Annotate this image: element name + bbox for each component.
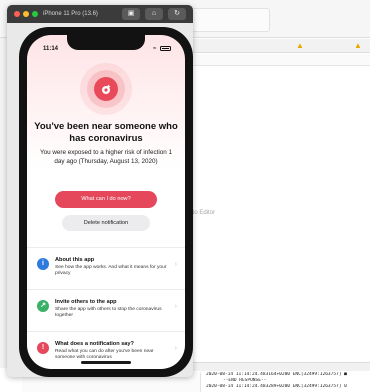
close-window-icon[interactable]: [14, 11, 20, 17]
phone-notch: [67, 35, 145, 50]
warning-icon[interactable]: ▲: [354, 40, 362, 52]
warning-icon[interactable]: ▲: [296, 40, 304, 52]
battery-icon: [160, 46, 171, 51]
screenshot-icon[interactable]: ▣: [122, 8, 140, 20]
status-icons: ≈: [153, 45, 171, 53]
share-icon: ↗: [37, 300, 49, 312]
info-icon: i: [37, 258, 49, 270]
wifi-icon: ≈: [153, 46, 158, 52]
list-item-description: Read what you can do after you've been n…: [55, 349, 154, 361]
delete-notification-button[interactable]: Delete notification: [62, 215, 150, 231]
pulse-ring-inner: [94, 77, 118, 101]
simulator-window: iPhone 11 Pro (13.6) ▣ ⌂ ↻ 11:14 ≈ You'v…: [7, 5, 193, 377]
status-time: 11:14: [43, 46, 59, 52]
chevron-right-icon: ›: [174, 303, 177, 310]
zoom-window-icon[interactable]: [32, 11, 38, 17]
screen: ▲ ▲ No Editor 2020-08-14 11:14:24.483164…: [0, 0, 370, 392]
list-item-title: What does a notification say?: [55, 341, 134, 347]
exposure-icon: [102, 84, 111, 94]
xcode-activity-view: [180, 8, 270, 32]
simulator-title: iPhone 11 Pro (13.6): [43, 11, 98, 17]
xcode-jump-bar: [186, 54, 370, 66]
chevron-right-icon: ›: [174, 261, 177, 268]
rotate-icon[interactable]: ↻: [168, 8, 186, 20]
exposure-body: You were exposed to a higher risk of inf…: [39, 149, 173, 165]
list-item-about[interactable]: i About this app See how the app works. …: [27, 247, 185, 287]
minimize-window-icon[interactable]: [23, 11, 29, 17]
alert-icon: !: [37, 342, 49, 354]
list-item-description: Share the app with others to stop the co…: [55, 307, 162, 319]
chevron-right-icon: ›: [174, 345, 177, 352]
no-editor-label: No Editor: [190, 210, 216, 216]
iphone-frame: 11:14 ≈ You've been near someone who has…: [19, 27, 193, 377]
console-line: 2020-08-14 11:14:24.483289+0200 ENC[3249…: [206, 384, 347, 389]
list-item-description: See how the app works. And what it means…: [55, 265, 167, 277]
list-item-title: About this app: [55, 257, 95, 263]
xcode-tab-bar: ▲ ▲: [186, 39, 370, 53]
list-item-invite[interactable]: ↗ Invite others to the app Share the app…: [27, 289, 185, 329]
exposure-headline: You've been near someone who has coronav…: [34, 121, 178, 144]
home-indicator[interactable]: [81, 361, 131, 364]
simulator-titlebar: iPhone 11 Pro (13.6) ▣ ⌂ ↻: [7, 5, 193, 23]
list-item-title: Invite others to the app: [55, 299, 117, 305]
xcode-console[interactable]: 2020-08-14 11:14:24.483164+0200 ENC[3249…: [200, 372, 370, 392]
phone-screen: 11:14 ≈ You've been near someone who has…: [27, 35, 185, 369]
what-can-i-do-button[interactable]: What can I do now?: [55, 191, 157, 208]
home-icon[interactable]: ⌂: [145, 8, 163, 20]
